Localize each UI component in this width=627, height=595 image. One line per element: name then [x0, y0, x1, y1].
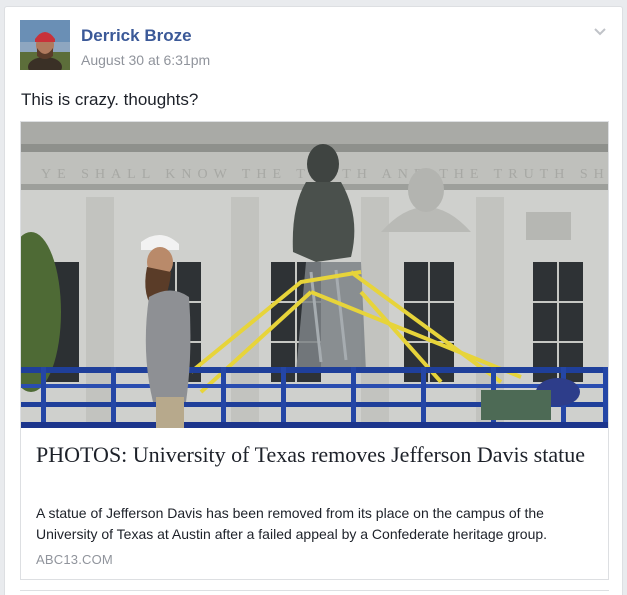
post-footer-divider	[20, 590, 609, 591]
avatar-image	[20, 20, 70, 70]
post-timestamp[interactable]: August 30 at 6:31pm	[81, 52, 210, 68]
link-description: A statue of Jefferson Davis has been rem…	[36, 505, 548, 542]
chevron-down-icon[interactable]	[592, 25, 608, 37]
author-name[interactable]: Derrick Broze	[81, 26, 192, 46]
author-avatar[interactable]	[20, 20, 70, 70]
link-source-domain: ABC13.COM	[36, 552, 113, 567]
link-headline[interactable]: PHOTOS: University of Texas removes Jeff…	[36, 441, 596, 468]
post-card: Derrick Broze August 30 at 6:31pm This i…	[4, 6, 623, 595]
post-status-text: This is crazy. thoughts?	[21, 90, 199, 109]
link-preview-image[interactable]: YE SHALL KNOW THE TRUTH AND THE TRUTH SH…	[21, 122, 608, 428]
link-preview-card[interactable]: YE SHALL KNOW THE TRUTH AND THE TRUTH SH…	[20, 121, 609, 580]
